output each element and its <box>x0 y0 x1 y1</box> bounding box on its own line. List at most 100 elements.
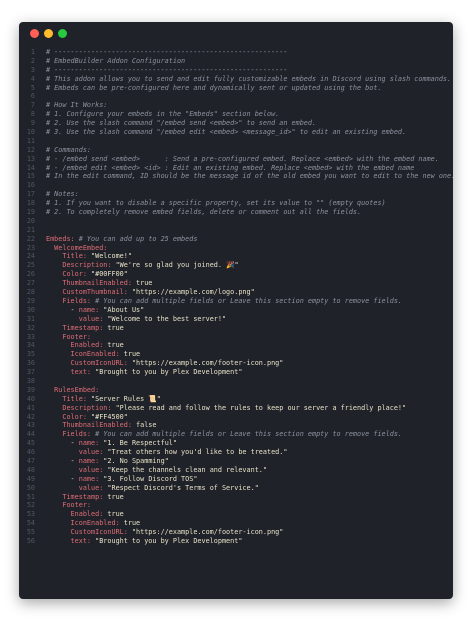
code-line: 39 RulesEmbed: <box>19 386 453 395</box>
line-text: IconEnabled: true <box>46 350 141 359</box>
line-text: # This addon allows you to send and edit… <box>46 75 451 84</box>
line-number: 38 <box>26 376 35 385</box>
line-text: ThumbnailEnabled: true <box>46 279 152 288</box>
code-line: 32 Timestamp: true <box>19 324 453 333</box>
line-number: 18 <box>26 199 35 208</box>
code-line: 26 Color: "#00FF00" <box>19 270 453 279</box>
code-token: IconEnabled: <box>46 350 120 359</box>
code-token: # You can add multiple fields or Leave t… <box>91 296 403 305</box>
line-number: 26 <box>26 270 35 279</box>
code-token: Enabled: <box>46 510 104 519</box>
code-line: 40 Title: "Server Rules 📜" <box>19 395 453 404</box>
code-token: # How It Works: <box>46 101 108 110</box>
line-text: RulesEmbed: <box>46 386 99 395</box>
code-token: "#00FF00" <box>86 270 128 279</box>
line-text: value: "Respect Discord's Terms of Servi… <box>46 484 259 493</box>
line-number: 8 <box>30 110 35 119</box>
code-line: 54 IconEnabled: true <box>19 519 453 528</box>
code-token: "https://example.com/footer-icon.png" <box>127 359 284 368</box>
code-token: Enabled: <box>46 341 104 350</box>
code-line: 25 Description: "We're so glad you joine… <box>19 261 453 270</box>
code-token: # --------------------------------------… <box>46 48 288 56</box>
line-number: 43 <box>26 421 35 430</box>
code-token: "Server Rules 📜" <box>86 394 161 403</box>
code-token: name: <box>78 456 100 465</box>
line-number: 37 <box>26 368 35 377</box>
code-token: Description: <box>46 403 112 412</box>
line-text: # In the edit command, ID should be the … <box>46 172 453 181</box>
line-text: CustomThumbnail: "https://example.com/lo… <box>46 288 255 297</box>
line-text: Enabled: true <box>46 510 124 519</box>
maximize-button[interactable] <box>58 29 67 38</box>
code-token: - <box>46 439 79 448</box>
line-number: 24 <box>26 252 35 261</box>
code-token: "#FF4500" <box>86 412 128 421</box>
line-text: # - /embed send <embed> : Send a pre-con… <box>46 155 439 164</box>
code-editor[interactable]: 1 # -------------------------------------… <box>19 48 453 546</box>
line-text: text: "Brought to you by Plex Developmen… <box>46 368 243 377</box>
line-text: Footer: <box>46 501 91 510</box>
code-line: 42 Color: "#FF4500" <box>19 413 453 422</box>
code-token: Title: <box>46 252 87 261</box>
code-line: 45 - name: "1. Be Respectful" <box>19 439 453 448</box>
code-token: IconEnabled: <box>46 519 120 528</box>
line-number: 54 <box>26 519 35 528</box>
line-number: 27 <box>26 279 35 288</box>
code-token: # 1. Configure your embeds in the "Embed… <box>46 110 280 119</box>
line-number: 1 <box>30 48 35 56</box>
code-token: Fields: <box>46 430 92 439</box>
code-token: "3. Follow Discord TOS" <box>99 474 198 483</box>
line-text: # 3. Use the slash command "/embed edit … <box>46 128 406 137</box>
line-number: 48 <box>26 465 35 474</box>
line-number: 47 <box>26 456 35 465</box>
line-number: 17 <box>26 190 35 199</box>
line-number: 53 <box>26 510 35 519</box>
line-number: 23 <box>26 243 35 252</box>
line-text: # 1. If you want to disable a specific p… <box>46 199 386 208</box>
code-token: false <box>131 421 157 430</box>
line-number: 33 <box>26 332 35 341</box>
code-token: - <box>46 456 79 465</box>
code-token: "https://example.com/logo.png" <box>127 288 255 297</box>
code-line: 53 Enabled: true <box>19 510 453 519</box>
code-token: # You can add multiple fields or Leave t… <box>91 430 403 439</box>
line-number: 20 <box>26 216 35 225</box>
line-text: Timestamp: true <box>46 323 124 333</box>
code-token: "Treat others how you'd like to be treat… <box>103 448 288 457</box>
code-token: true <box>103 323 124 332</box>
line-text: Title: "Server Rules 📜" <box>46 395 161 404</box>
code-token: Footer: <box>46 332 92 341</box>
code-token: Description: <box>46 261 112 270</box>
code-line: 37 text: "Brought to you by Plex Develop… <box>19 368 453 377</box>
code-line: 7 # How It Works: <box>19 101 453 110</box>
line-text: # How It Works: <box>46 101 107 110</box>
line-number: 11 <box>26 136 35 145</box>
code-line: 50 value: "Respect Discord's Terms of Se… <box>19 484 453 493</box>
line-text: - name: "2. No Spamming" <box>46 457 169 466</box>
code-line: 5 # Embeds can be pre-configured here and… <box>19 84 453 93</box>
code-token: text: <box>46 536 92 545</box>
code-line: 20 <box>19 217 453 226</box>
line-number: 28 <box>26 288 35 297</box>
code-token: Fields: <box>46 296 92 305</box>
code-token: true <box>119 350 141 359</box>
code-line: 1 # -------------------------------------… <box>19 48 453 57</box>
code-token: name: <box>78 305 100 314</box>
line-text: # Embeds can be pre-configured here and … <box>46 84 382 93</box>
code-line: 28 CustomThumbnail: "https://example.com… <box>19 288 453 297</box>
line-text: Embeds: # You can add up to 25 embeds <box>46 235 197 244</box>
line-number: 41 <box>26 403 35 412</box>
close-button[interactable] <box>30 29 39 38</box>
line-number: 2 <box>30 56 35 65</box>
line-number: 15 <box>26 172 35 181</box>
code-line: 17 # Notes: <box>19 190 453 199</box>
line-number: 35 <box>26 350 35 359</box>
code-token: true <box>119 519 141 528</box>
line-number: 25 <box>26 261 35 270</box>
line-text: # 2. Use the slash command "/embed send … <box>46 119 316 128</box>
code-token: value: <box>46 483 104 492</box>
code-line: 48 value: "Keep the channels clean and r… <box>19 466 453 475</box>
minimize-button[interactable] <box>44 29 53 38</box>
line-number: 3 <box>30 65 35 74</box>
code-token: # 2. To completely remove embed fields, … <box>46 208 362 217</box>
